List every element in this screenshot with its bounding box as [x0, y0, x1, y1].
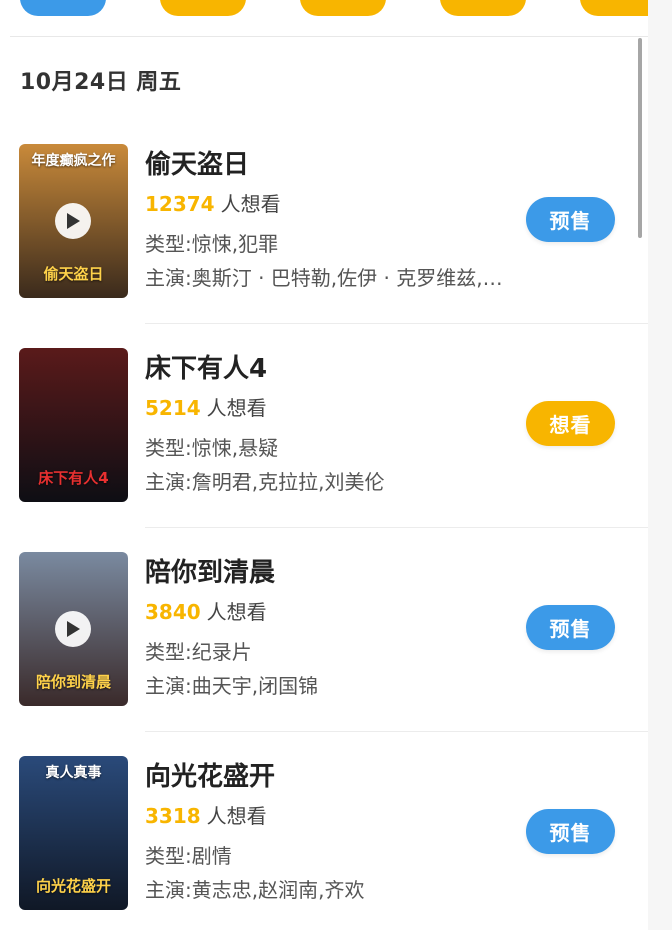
movie-cast: 主演:奥斯汀 · 巴特勒,佐伊 · 克罗维兹,… — [145, 266, 503, 290]
movie-item[interactable]: 陪你到清晨 陪你到清晨 3840 人想看 类型:纪录片 主演:曲天宇,闭国锦 预售 — [0, 528, 648, 732]
movie-genre: 类型:惊悚,犯罪 — [145, 232, 279, 256]
scrollbar-track[interactable] — [648, 0, 672, 930]
want-count-number: 3318 — [145, 804, 201, 828]
play-icon[interactable] — [55, 611, 91, 647]
movie-cast: 主演:黄志忠,赵润南,齐欢 — [145, 878, 365, 902]
category-pill[interactable] — [300, 0, 386, 16]
movie-title[interactable]: 偷天盗日 — [145, 144, 249, 181]
movie-poster[interactable]: 陪你到清晨 — [19, 552, 128, 706]
movie-genre: 类型:惊悚,悬疑 — [145, 436, 279, 460]
presale-button[interactable]: 预售 — [526, 197, 615, 242]
movie-item[interactable]: 真人真事 向光花盛开 向光花盛开 3318 人想看 类型:剧情 主演:黄志忠,赵润南,齐欢预… — [0, 732, 648, 930]
category-pill[interactable] — [440, 0, 526, 16]
want-count-label: 人想看 — [206, 396, 267, 420]
want-to-see-count: 3318 人想看 — [145, 800, 267, 829]
movie-title[interactable]: 向光花盛开 — [145, 756, 275, 793]
want-to-see-count: 3840 人想看 — [145, 596, 267, 625]
want-count-number: 3840 — [145, 600, 201, 624]
movie-poster[interactable]: 真人真事 向光花盛开 — [19, 756, 128, 910]
want-to-see-count: 12374 人想看 — [145, 188, 281, 217]
movie-genre: 类型:剧情 — [145, 844, 232, 868]
poster-title: 向光花盛开 — [35, 877, 111, 895]
movie-cast: 主演:詹明君,克拉拉,刘美伦 — [145, 470, 385, 494]
category-filter-strip — [10, 0, 666, 37]
movie-list-page: 10月24日 周五 年度癫疯之作 偷天盗日 偷天盗日 12374 人想看 类型:惊悚,犯罪… — [0, 0, 672, 930]
want-count-label: 人想看 — [206, 804, 267, 828]
category-pill[interactable] — [20, 0, 106, 16]
movie-cast: 主演:曲天宇,闭国锦 — [145, 674, 319, 698]
movie-poster[interactable]: 年度癫疯之作 偷天盗日 — [19, 144, 128, 298]
want-to-see-button[interactable]: 想看 — [526, 401, 615, 446]
movie-title[interactable]: 陪你到清晨 — [145, 552, 275, 589]
presale-button[interactable]: 预售 — [526, 605, 615, 650]
movie-title[interactable]: 床下有人4 — [145, 348, 267, 385]
want-count-label: 人想看 — [206, 600, 267, 624]
poster-title: 偷天盗日 — [43, 265, 104, 283]
movie-genre: 类型:纪录片 — [145, 640, 252, 664]
want-to-see-count: 5214 人想看 — [145, 392, 267, 421]
movie-item[interactable]: 年度癫疯之作 偷天盗日 偷天盗日 12374 人想看 类型:惊悚,犯罪 主演:奥斯汀 · 巴… — [0, 120, 648, 324]
movie-poster[interactable]: 床下有人4 — [19, 348, 128, 502]
want-count-number: 12374 — [145, 192, 215, 216]
play-icon[interactable] — [55, 203, 91, 239]
want-count-label: 人想看 — [220, 192, 281, 216]
want-count-number: 5214 — [145, 396, 201, 420]
presale-button[interactable]: 预售 — [526, 809, 615, 854]
category-pill[interactable] — [160, 0, 246, 16]
movie-item[interactable]: 床下有人4 床下有人4 5214 人想看类型:惊悚,悬疑主演:詹明君,克拉拉,刘美伦 想… — [0, 324, 648, 528]
poster-title: 陪你到清晨 — [35, 673, 111, 691]
poster-tagline: 真人真事 — [45, 765, 102, 781]
poster-tagline: 年度癫疯之作 — [31, 153, 116, 169]
poster-title: 床下有人4 — [38, 469, 109, 487]
date-header: 10月24日 周五 — [20, 70, 182, 95]
